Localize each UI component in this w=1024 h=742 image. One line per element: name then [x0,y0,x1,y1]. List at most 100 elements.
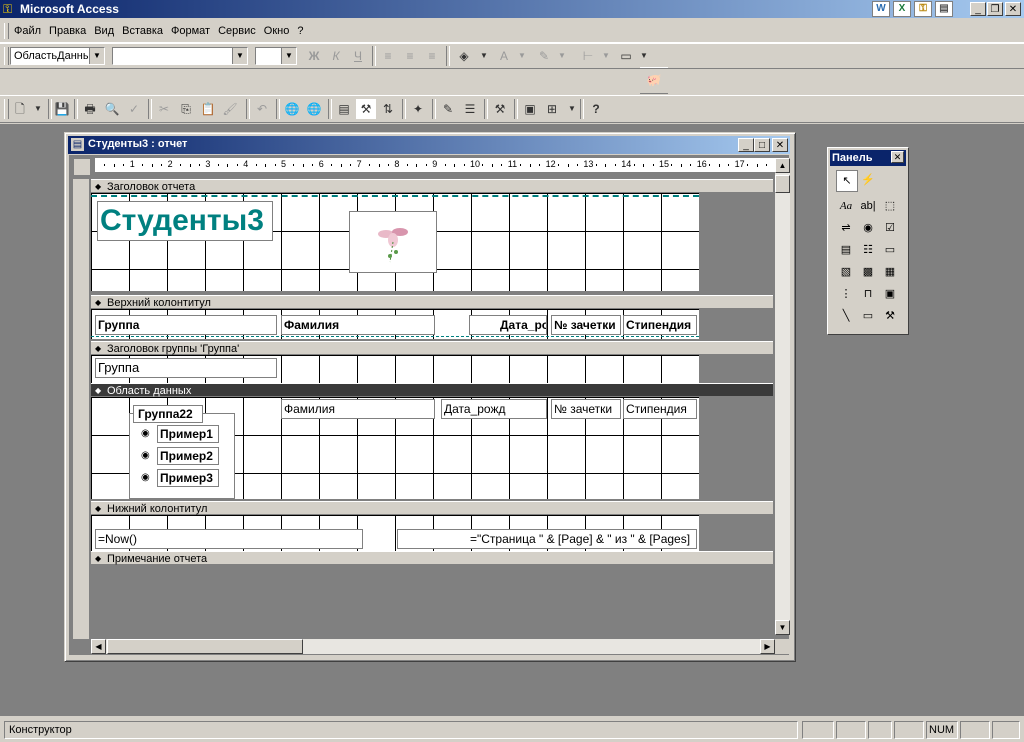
scroll-left-icon[interactable]: ◀ [91,639,106,654]
font-combo[interactable]: ▼ [112,47,248,65]
bound-frame-icon[interactable]: ▦ [880,262,900,282]
radio-icon[interactable]: ◉ [141,472,150,483]
piggy-bank-icon[interactable]: 🐖 [644,70,664,90]
detail-band[interactable]: Область данных [91,383,773,398]
menu-grip[interactable] [4,23,9,39]
fill-color-icon[interactable]: ◈ [454,46,474,66]
menu-view[interactable]: Вид [90,20,118,42]
command-button-icon[interactable]: ▭ [880,240,900,260]
menu-edit[interactable]: Правка [45,20,90,42]
report-selector[interactable] [73,158,91,176]
group-field[interactable]: Группа [95,358,277,378]
list-box-icon[interactable]: ☷ [858,240,878,260]
option-group-label[interactable]: Группа22 [133,405,203,423]
bold-icon[interactable]: Ж [304,46,324,66]
line-color-icon[interactable]: ✎ [534,46,554,66]
chevron-down-icon[interactable]: ▼ [596,46,616,66]
report-header-band[interactable]: Заголовок отчета [91,179,773,194]
toolbar-grip[interactable] [4,99,9,119]
option-label-1[interactable]: Пример1 [157,425,219,443]
vertical-scroll-thumb[interactable] [775,175,790,193]
combo-box-icon[interactable]: ▤ [836,240,856,260]
option-label-2[interactable]: Пример2 [157,447,219,465]
object-combo[interactable]: ОбластьДанных ▼ [10,47,105,65]
group-label[interactable]: Группа [95,315,277,335]
minimize-button[interactable]: _ [738,138,754,152]
chevron-down-icon[interactable]: ▼ [28,99,48,119]
stipend-field[interactable]: Стипендия [623,399,697,419]
stipend-label[interactable]: Стипендия [623,315,697,335]
line-width-icon[interactable]: ⊢ [578,46,598,66]
horizontal-scroll-thumb[interactable] [107,639,303,654]
report-window-title-bar[interactable]: ▤ Студенты3 : отчет _ □ ✕ [68,136,790,154]
more-controls-icon[interactable]: ⚒ [880,306,900,326]
menu-insert[interactable]: Вставка [118,20,167,42]
format-painter-icon[interactable]: 🖌 [220,99,240,119]
rectangle-icon[interactable]: ▭ [858,306,878,326]
new-object-icon[interactable]: ⊞ [542,99,562,119]
horizontal-scrollbar[interactable]: ◀ ▶ [91,639,775,654]
undo-icon[interactable]: ↶ [252,99,272,119]
image-icon[interactable]: ▧ [836,262,856,282]
report-footer-band[interactable]: Примечание отчета [91,551,773,566]
subform-icon[interactable]: ▣ [880,284,900,304]
label-icon[interactable]: Aa [836,196,856,216]
menu-window[interactable]: Окно [260,20,294,42]
page-expression-field[interactable]: ="Страница " & [Page] & " из " & [Pages] [397,529,697,549]
date-label[interactable]: Дата_рожд [469,315,547,335]
print-preview-icon[interactable]: 🔍 [102,99,122,119]
record-book-label[interactable]: № зачетки [551,315,621,335]
italic-icon[interactable]: К [326,46,346,66]
minimize-button[interactable]: _ [970,2,986,16]
scroll-down-icon[interactable]: ▼ [775,620,790,635]
select-objects-icon[interactable]: ↖ [836,170,858,192]
font-color-icon[interactable]: A [494,46,514,66]
menu-file[interactable]: Файл [10,20,45,42]
option-label-3[interactable]: Пример3 [157,469,219,487]
close-button[interactable]: ✕ [772,138,788,152]
properties-icon[interactable]: ☰ [460,99,480,119]
autoformat-icon[interactable]: ✦ [408,99,428,119]
code-icon[interactable]: ✎ [438,99,458,119]
chevron-down-icon[interactable]: ▼ [474,46,494,66]
align-left-icon[interactable]: ≡ [378,46,398,66]
print-icon[interactable]: 🖶 [80,99,100,119]
checkbox-icon[interactable]: ☑ [880,218,900,238]
option-button-icon[interactable]: ◉ [858,218,878,238]
menu-help[interactable]: ? [293,20,307,42]
menu-tools[interactable]: Сервис [214,20,260,42]
toolbox-icon[interactable]: ⚒ [356,99,376,119]
chevron-down-icon[interactable]: ▼ [562,99,582,119]
scroll-right-icon[interactable]: ▶ [760,639,775,654]
report-title-label[interactable]: Студенты3 [97,201,273,241]
align-right-icon[interactable]: ≡ [422,46,442,66]
cut-icon[interactable]: ✂ [154,99,174,119]
date-field[interactable]: Дата_рожд [441,399,547,419]
web-toolbar-icon[interactable]: 🌐 [304,99,324,119]
textbox-icon[interactable]: ab| [858,196,878,216]
save-icon[interactable]: 💾 [52,99,72,119]
record-book-field[interactable]: № зачетки [551,399,621,419]
build-icon[interactable]: ⚒ [490,99,510,119]
paste-icon[interactable]: 📋 [198,99,218,119]
surname-label[interactable]: Фамилия [281,315,435,335]
date-expression-field[interactable]: =Now() [95,529,363,549]
size-grip[interactable] [775,639,790,654]
copy-icon[interactable]: ⎘ [176,99,196,119]
tab-control-icon[interactable]: ⊓ [858,284,878,304]
option-group-icon[interactable]: ⬚ [880,196,900,216]
align-center-icon[interactable]: ≡ [400,46,420,66]
database-window-icon[interactable]: ▣ [520,99,540,119]
restore-button[interactable]: ❐ [987,2,1003,16]
chevron-down-icon[interactable]: ▼ [634,46,654,66]
underline-icon[interactable]: Ч [348,46,368,66]
radio-icon[interactable]: ◉ [141,450,150,461]
radio-icon[interactable]: ◉ [141,428,150,439]
menu-format[interactable]: Формат [167,20,214,42]
maximize-button[interactable]: □ [754,138,770,152]
special-effect-icon[interactable]: ▭ [616,46,636,66]
group-header-band[interactable]: Заголовок группы 'Группа' [91,341,773,356]
insert-hyperlink-icon[interactable]: 🌐 [282,99,302,119]
page-break-icon[interactable]: ⋮ [836,284,856,304]
close-button[interactable]: ✕ [1005,2,1021,16]
